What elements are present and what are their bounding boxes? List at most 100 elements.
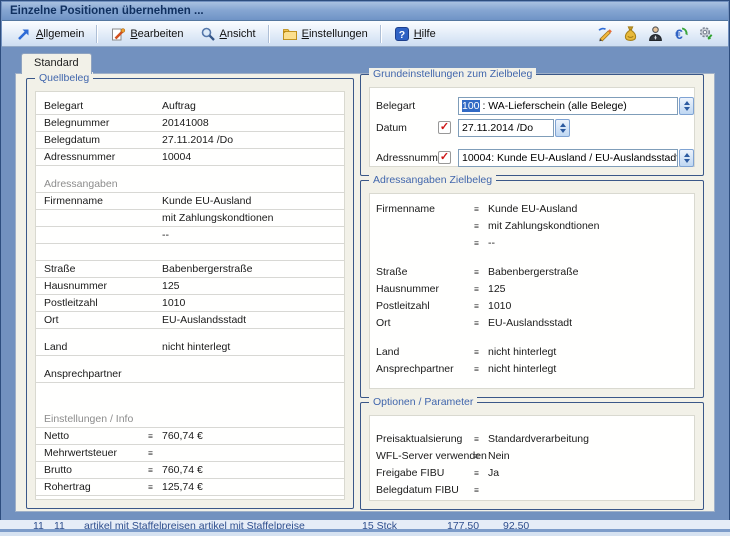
- spin-down-icon: [560, 129, 566, 133]
- field-row: Postleitzahl ≡ 1010: [370, 297, 694, 314]
- row-value: EU-Auslandsstadt: [488, 317, 694, 329]
- menu-ansicht[interactable]: Ansicht: [192, 23, 264, 45]
- equals-icon: ≡: [474, 221, 488, 231]
- optionen-panel: Preisaktualsierung ≡ Standardverarbeitun…: [369, 415, 695, 501]
- gear-import-icon[interactable]: [697, 25, 714, 42]
- adressangaben-panel: Firmenname ≡ Kunde EU-Ausland ≡ mit Zahl…: [369, 193, 695, 389]
- row-value: 1010: [162, 297, 344, 309]
- field-row: Belegdatum FIBU ≡: [370, 481, 694, 498]
- equals-icon: ≡: [474, 485, 488, 495]
- menu-hilfe[interactable]: ? Hilfe: [386, 23, 444, 45]
- equals-icon: ≡: [148, 431, 162, 441]
- tab-standard[interactable]: Standard: [21, 53, 92, 74]
- datum-label: Datum: [376, 122, 407, 134]
- row-label: Netto: [44, 430, 148, 442]
- menu-bearbeiten[interactable]: Bearbeiten: [102, 23, 191, 45]
- row-label: Belegnummer: [44, 117, 148, 129]
- row-value: 10004: [162, 151, 344, 163]
- edit-page-icon: [110, 26, 126, 42]
- adressnummer-checkbox[interactable]: ✓: [438, 151, 451, 164]
- row-label: Belegart: [44, 100, 148, 112]
- menu-label: Allgemein: [36, 28, 84, 40]
- toolbar-separator: [96, 25, 98, 43]
- adressnummer-combobox[interactable]: 10004: Kunde EU-Ausland / EU-Auslandssta…: [458, 149, 694, 167]
- menu-allgemein[interactable]: Allgemein: [8, 23, 92, 45]
- row-value: 125: [162, 280, 344, 292]
- row-value: EU-Auslandsstadt: [162, 314, 344, 326]
- spin-up-icon: [684, 101, 690, 105]
- field-row: Einstellungen / Info: [36, 411, 344, 428]
- titlebar[interactable]: Einzelne Positionen übernehmen ...: [2, 2, 728, 21]
- row-value: mit Zahlungskondtionen: [488, 220, 694, 232]
- belegart-spinner[interactable]: [679, 97, 694, 115]
- datum-spinner[interactable]: [555, 119, 570, 137]
- adressnummer-value[interactable]: 10004: Kunde EU-Ausland / EU-Auslandssta…: [458, 149, 678, 167]
- belegart-selected-text: 100: [462, 100, 480, 112]
- svg-text:?: ?: [398, 29, 404, 41]
- equals-icon: ≡: [474, 318, 488, 328]
- row-value: 27.11.2014 /Do: [162, 134, 344, 146]
- field-row: [36, 383, 344, 411]
- field-row: Belegdatum 27.11.2014 /Do: [36, 132, 344, 149]
- row-value: Ja: [488, 467, 694, 479]
- row-value: nicht hinterlegt: [488, 346, 694, 358]
- group-title: Adressangaben Zielbeleg: [369, 174, 496, 187]
- belegart-value[interactable]: 100 : WA-Lieferschein (alle Belege): [458, 97, 678, 115]
- row-label: WFL-Server verwenden: [376, 450, 474, 462]
- field-row: [370, 422, 694, 430]
- toolbar-separator: [268, 25, 270, 43]
- adressnummer-spinner[interactable]: [679, 149, 694, 167]
- field-row: Belegart Auftrag: [36, 98, 344, 115]
- row-label: Preisaktualsierung: [376, 433, 474, 445]
- field-row: Ansprechpartner: [36, 366, 344, 383]
- row-label: Freigabe FIBU: [376, 467, 474, 479]
- group-grundeinstellungen: Grundeinstellungen zum Zielbeleg Belegar…: [360, 74, 704, 176]
- field-row: [370, 331, 694, 343]
- bg-area: [0, 532, 730, 536]
- equals-icon: ≡: [474, 364, 488, 374]
- field-row: Ort EU-Auslandsstadt: [36, 312, 344, 329]
- equals-icon: ≡: [474, 468, 488, 478]
- row-value: Babenbergerstraße: [162, 263, 344, 275]
- row-label: Postleitzahl: [376, 300, 474, 312]
- row-label: Firmenname: [44, 195, 148, 207]
- row-label: Firmenname: [376, 203, 474, 215]
- equals-icon: ≡: [474, 284, 488, 294]
- datum-field[interactable]: 27.11.2014 /Do: [458, 119, 570, 137]
- datum-value[interactable]: 27.11.2014 /Do: [458, 119, 554, 137]
- field-row: Land nicht hinterlegt: [36, 339, 344, 356]
- field-row: Hausnummer ≡ 125: [370, 280, 694, 297]
- datum-checkbox[interactable]: ✓: [438, 121, 451, 134]
- row-value: Nein: [488, 450, 694, 462]
- menu-label: Bearbeiten: [130, 28, 183, 40]
- field-row: Rohertrag ≡ 125,74 €: [36, 479, 344, 496]
- field-row: Postleitzahl 1010: [36, 295, 344, 312]
- field-row: Ort ≡ EU-Auslandsstadt: [370, 314, 694, 331]
- field-row: [36, 166, 344, 176]
- row-label: Ansprechpartner: [376, 363, 474, 375]
- row-label: Land: [44, 341, 148, 353]
- row-label: Einstellungen / Info: [44, 413, 133, 425]
- menu-label: Ansicht: [220, 28, 256, 40]
- row-label: Straße: [376, 266, 474, 278]
- row-value: 1010: [488, 300, 694, 312]
- row-value: Kunde EU-Ausland: [488, 203, 694, 215]
- menu-einstellungen[interactable]: Einstellungen: [274, 23, 376, 45]
- row-label: Mehrwertsteuer: [44, 447, 148, 459]
- row-value: Babenbergerstraße: [488, 266, 694, 278]
- row-value: --: [488, 237, 694, 249]
- euro-refresh-icon[interactable]: €: [672, 25, 689, 42]
- window-title: Einzelne Positionen übernehmen ...: [10, 5, 204, 17]
- row-label: Belegdatum: [44, 134, 148, 146]
- money-bag-icon[interactable]: [622, 25, 639, 42]
- person-icon[interactable]: [647, 25, 664, 42]
- arrow-ne-icon: [16, 26, 32, 42]
- equals-icon: ≡: [474, 451, 488, 461]
- field-row: Brutto ≡ 760,74 €: [36, 462, 344, 479]
- row-label: Straße: [44, 263, 148, 275]
- pencil-edit-icon[interactable]: [597, 25, 614, 42]
- belegart-combobox[interactable]: 100 : WA-Lieferschein (alle Belege): [458, 97, 694, 115]
- row-label: Adressnummer: [44, 151, 148, 163]
- dialog-window: Einzelne Positionen übernehmen ... Allge…: [0, 0, 730, 521]
- row-label: Land: [376, 346, 474, 358]
